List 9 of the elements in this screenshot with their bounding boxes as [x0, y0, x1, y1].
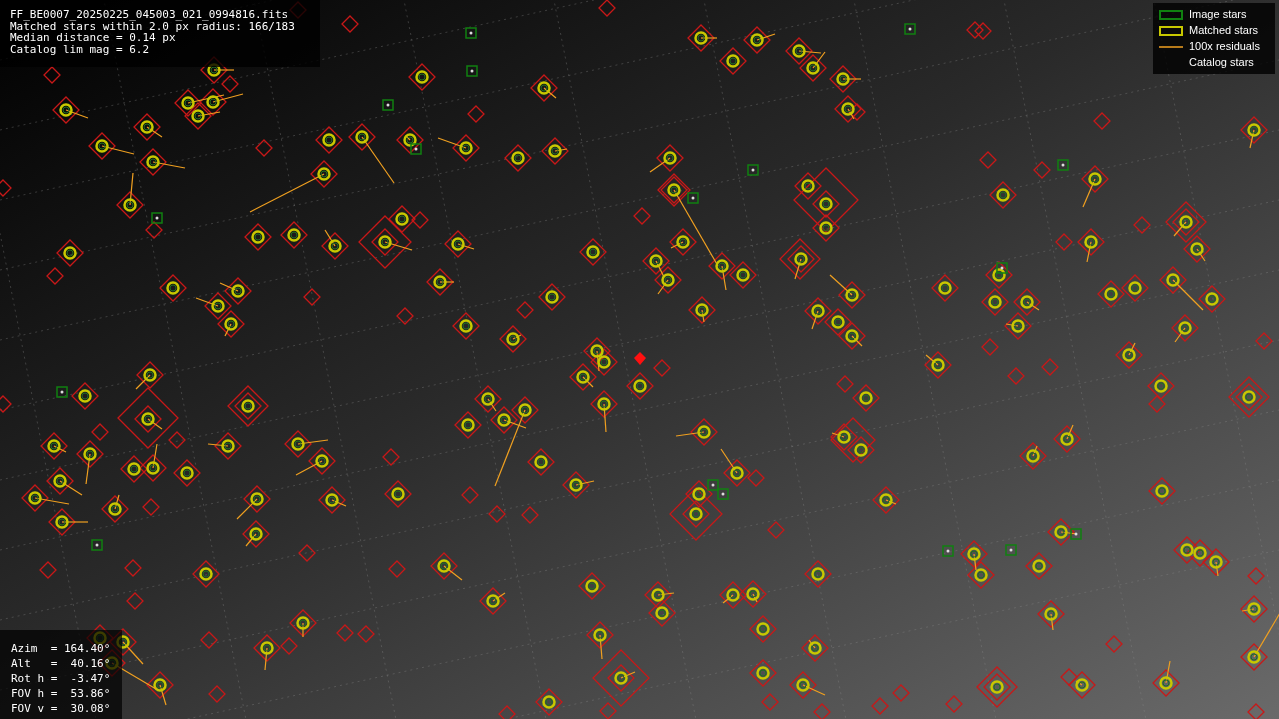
matched-star-legend-icon: [1159, 25, 1183, 36]
image-info-text: FF_BE0007_20250225_045003_021_0994816.fits Matched stars within 2.0 px radius: 166/183 Median distance = 0.14 px Catalog lim mag = 6.2: [10, 9, 296, 55]
legend-label: Matched stars: [1189, 23, 1259, 39]
legend-label: Catalog stars: [1189, 55, 1254, 71]
image-star-legend-icon: [1159, 9, 1183, 20]
legend-label: Image stars: [1189, 7, 1247, 23]
legend-label: 100x residuals: [1189, 39, 1260, 55]
pointing-info-text: Azim = 164.40° Alt = 40.16° Rot h = -3.47° FOV h = 53.86° FOV v = 30.08°: [11, 641, 112, 716]
residual-line-legend-icon: [1159, 44, 1183, 49]
